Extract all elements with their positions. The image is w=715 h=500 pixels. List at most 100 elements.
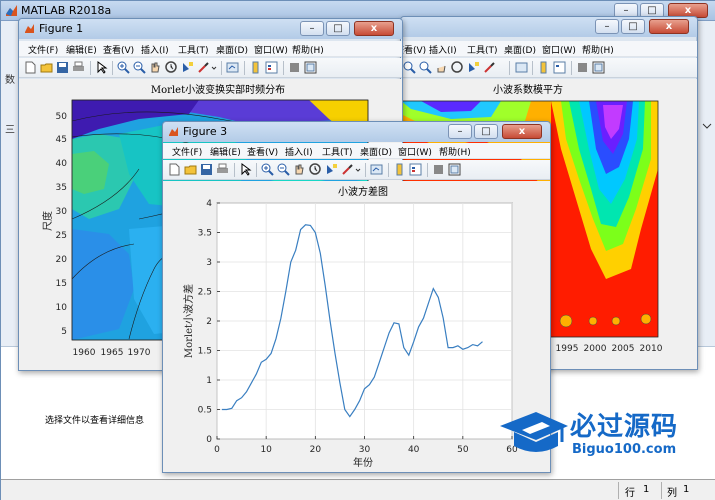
fig2-close-button[interactable]: x (649, 19, 689, 34)
zoom-in-icon[interactable] (261, 163, 274, 176)
fig3-maximize-button[interactable]: □ (474, 124, 498, 139)
colorbar-icon[interactable] (249, 61, 262, 74)
fig1-ytick-label: 50 (56, 112, 68, 122)
menu-view[interactable]: 查看(V) (247, 145, 278, 158)
zoom-in-icon[interactable] (117, 61, 130, 74)
rotate-icon[interactable] (451, 61, 464, 74)
data-cursor-icon[interactable] (325, 163, 338, 176)
fig2-minimize-button[interactable]: – (595, 19, 619, 34)
menu-file[interactable]: 文件(F) (28, 43, 58, 56)
menu-insert[interactable]: 插入(I) (285, 145, 313, 158)
details-hint-text: 选择文件以查看详细信息 (45, 416, 145, 426)
chart-y-axis-label: Morlet小波方差 (182, 284, 195, 358)
menu-window[interactable]: 窗口(W) (254, 43, 288, 56)
legend-icon[interactable] (265, 61, 278, 74)
menu-edit[interactable]: 编辑(E) (66, 43, 97, 56)
zoom-out-icon[interactable] (419, 61, 432, 74)
colorbar-icon[interactable] (393, 163, 406, 176)
x-tick-label: 10 (260, 445, 272, 455)
fig1-ytick-label: 20 (56, 255, 68, 265)
chevron-down-icon[interactable] (211, 61, 217, 74)
pan-icon[interactable] (435, 61, 448, 74)
menu-desktop[interactable]: 桌面(D) (216, 43, 248, 56)
status-bar: 行 1 列 1 (1, 479, 715, 500)
pan-icon[interactable] (293, 163, 306, 176)
open-file-icon[interactable] (40, 61, 53, 74)
link-plot-icon[interactable] (515, 61, 528, 74)
legend-icon[interactable] (409, 163, 422, 176)
legend-icon[interactable] (553, 61, 566, 74)
menu-edit[interactable]: 编辑(E) (210, 145, 241, 158)
status-row-label: 行 (625, 488, 635, 499)
chevron-down-icon[interactable] (355, 163, 361, 176)
y-tick-label: 1.5 (198, 347, 212, 357)
menu-tools[interactable]: 工具(T) (322, 145, 353, 158)
matlab-logo-icon (6, 5, 17, 16)
show-plot-tools-icon[interactable] (448, 163, 461, 176)
menu-view[interactable]: 查看(V) (401, 43, 426, 56)
colorbar-icon[interactable] (537, 61, 550, 74)
brush-icon[interactable] (341, 163, 354, 176)
figure-3-title-bar: Figure 3 – □ x (163, 122, 550, 142)
link-plot-icon[interactable] (226, 61, 239, 74)
fig1-ytick-label: 40 (56, 159, 68, 169)
panel-edge-label: 三 (5, 125, 15, 136)
hide-plot-tools-icon[interactable] (288, 61, 301, 74)
wavelet-variance-chart: 小波方差图 0 10 20 30 40 50 6000.511.522.533.54 年份 … (182, 185, 518, 469)
fig2-maximize-button[interactable]: □ (621, 19, 645, 34)
hide-plot-tools-icon[interactable] (432, 163, 445, 176)
pointer-icon[interactable] (239, 163, 252, 176)
fig1-ytick-label: 30 (56, 207, 68, 217)
menu-insert[interactable]: 插入(I) (429, 43, 457, 56)
menu-tools[interactable]: 工具(T) (467, 43, 498, 56)
hide-plot-tools-icon[interactable] (576, 61, 589, 74)
show-plot-tools-icon[interactable] (592, 61, 605, 74)
fig1-close-button[interactable]: x (354, 21, 394, 36)
menu-desktop[interactable]: 桌面(D) (504, 43, 536, 56)
print-icon[interactable] (216, 163, 229, 176)
pointer-icon[interactable] (95, 61, 108, 74)
brush-icon[interactable] (483, 61, 496, 74)
fig1-plot-title: Morlet小波变换实部时频分布 (151, 83, 285, 96)
menu-help[interactable]: 帮助(H) (292, 43, 324, 56)
print-icon[interactable] (72, 61, 85, 74)
menu-view[interactable]: 查看(V) (103, 43, 134, 56)
x-tick-label: 40 (408, 445, 420, 455)
menu-desktop[interactable]: 桌面(D) (360, 145, 392, 158)
data-cursor-icon[interactable] (181, 61, 194, 74)
y-tick-label: 3.5 (198, 229, 212, 239)
save-icon[interactable] (56, 61, 69, 74)
y-tick-label: 4 (206, 199, 212, 209)
fig1-minimize-button[interactable]: – (300, 21, 324, 36)
open-file-icon[interactable] (184, 163, 197, 176)
zoom-out-icon[interactable] (133, 61, 146, 74)
fig3-minimize-button[interactable]: – (448, 124, 472, 139)
figure-3-window: Figure 3 – □ x 文件(F) 编辑(E) 查看(V) 插入(I) 工… (162, 121, 551, 473)
new-figure-icon[interactable] (168, 163, 181, 176)
show-plot-tools-icon[interactable] (304, 61, 317, 74)
workspace-panel-edge (696, 21, 715, 351)
link-plot-icon[interactable] (370, 163, 383, 176)
rotate-icon[interactable] (165, 61, 178, 74)
fig3-close-button[interactable]: x (502, 124, 542, 139)
rotate-icon[interactable] (309, 163, 322, 176)
menu-tools[interactable]: 工具(T) (178, 43, 209, 56)
pan-icon[interactable] (149, 61, 162, 74)
menu-help[interactable]: 帮助(H) (439, 145, 471, 158)
new-figure-icon[interactable] (24, 61, 37, 74)
save-icon[interactable] (200, 163, 213, 176)
zoom-in-icon[interactable] (403, 61, 416, 74)
menu-insert[interactable]: 插入(I) (141, 43, 169, 56)
watermark-brand-cn: 必过源码 (570, 412, 679, 442)
menu-file[interactable]: 文件(F) (172, 145, 202, 158)
menu-window[interactable]: 窗口(W) (542, 43, 576, 56)
chevron-down-icon[interactable] (702, 121, 712, 131)
brush-icon[interactable] (197, 61, 210, 74)
fig1-maximize-button[interactable]: □ (326, 21, 350, 36)
zoom-out-icon[interactable] (277, 163, 290, 176)
menu-window[interactable]: 窗口(W) (398, 145, 432, 158)
data-cursor-icon[interactable] (467, 61, 480, 74)
fig1-xtick-label: 1970 (128, 348, 151, 358)
menu-help[interactable]: 帮助(H) (582, 43, 614, 56)
main-window-title: MATLAB R2018a (21, 4, 112, 17)
